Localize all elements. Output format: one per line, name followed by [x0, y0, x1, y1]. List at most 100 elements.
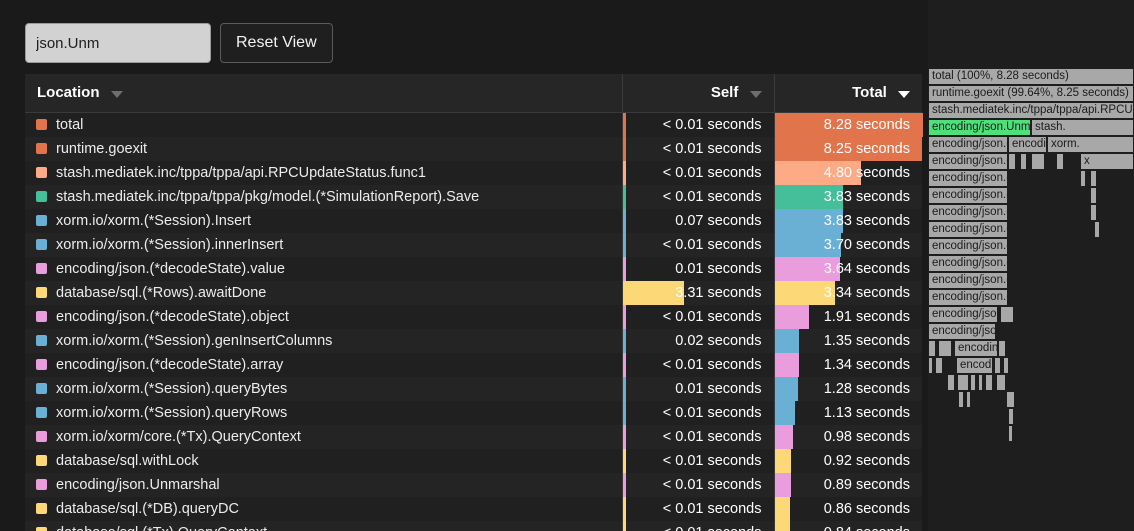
flamegraph-frame[interactable]: encoding/json.(*deco [928, 136, 1008, 153]
table-row[interactable]: total < 0.01 seconds 8.28 seconds [25, 112, 923, 137]
flamegraph-frame[interactable] [928, 357, 933, 374]
flamegraph-frame[interactable]: encoding/json.(*deco [928, 204, 1008, 221]
color-swatch-icon [36, 310, 47, 322]
flamegraph-frame[interactable] [957, 374, 969, 391]
table-header-row: Location Self Total [25, 74, 922, 113]
cell-location: database/sql.(*DB).queryDC [25, 497, 622, 521]
flamegraph-frame[interactable] [928, 340, 936, 357]
flamegraph-frame[interactable] [947, 374, 955, 391]
cell-self: < 0.01 seconds [621, 400, 774, 425]
flamegraph-frame[interactable]: encoding/json.(*deco [928, 187, 1008, 204]
table-row[interactable]: xorm.io/xorm.(*Session).innerInsert < 0.0… [25, 232, 922, 257]
cell-self: 0.02 seconds [621, 328, 774, 353]
self-value: < 0.01 seconds [662, 164, 762, 181]
color-swatch-icon [36, 382, 47, 394]
flamegraph-frame[interactable] [1090, 204, 1097, 221]
table-row[interactable]: encoding/json.(*decodeState).array < 0.01… [25, 352, 922, 377]
flamegraph-frame[interactable]: encoding/ [956, 357, 993, 374]
flamegraph-frame[interactable]: encoding/json.(*deco [928, 272, 1008, 289]
self-value: < 0.01 seconds [662, 476, 762, 493]
table-row[interactable]: database/sql.(*Tx).QueryContext < 0.01 se… [25, 520, 922, 531]
flamegraph-frame[interactable]: encoding/json.(*deco [928, 289, 1008, 306]
cell-location: stash.mediatek.inc/tppa/tppa/pkg/model.(… [25, 185, 622, 209]
table-row[interactable]: database/sql.(*Rows).awaitDone 3.31 secon… [25, 280, 922, 305]
flamegraph-frame[interactable] [978, 374, 983, 391]
table-row[interactable]: database/sql.withLock < 0.01 seconds 0.92 … [25, 448, 922, 473]
total-value: 4.80 seconds [823, 164, 910, 181]
table-row[interactable]: xorm.io/xorm.(*Session).genInsertColumns… [25, 328, 922, 353]
flamegraph-frame[interactable]: encoding/json.(*d [928, 323, 996, 340]
flamegraph-frame[interactable] [1090, 187, 1097, 204]
flamegraph-frame[interactable]: total (100%, 8.28 seconds) [928, 68, 1134, 85]
flamegraph-frame[interactable]: stash. [1031, 119, 1134, 136]
flamegraph-frame[interactable]: xorm. [1047, 136, 1134, 153]
flamegraph-frame[interactable] [1006, 391, 1015, 408]
table-row[interactable]: runtime.goexit < 0.01 seconds 8.25 seconds [25, 136, 922, 161]
location-label: xorm.io/xorm.(*Session).innerInsert [56, 236, 284, 253]
flamegraph-frame[interactable] [970, 374, 976, 391]
self-value: < 0.01 seconds [662, 188, 762, 205]
cell-self: < 0.01 seconds [621, 496, 774, 521]
flamegraph-frame[interactable] [1090, 170, 1097, 187]
flamegraph-frame[interactable]: runtime.goexit (99.64%, 8.25 seconds) [928, 85, 1134, 102]
column-header-total[interactable]: Total [773, 74, 922, 113]
table-row[interactable]: xorm.io/xorm/core.(*Tx).QueryContext < 0.… [25, 424, 922, 449]
table-row[interactable]: encoding/json.(*decodeState).value 0.01 s… [25, 256, 922, 281]
flamegraph-frame[interactable]: encoding/json.(*deco [928, 255, 1008, 272]
flamegraph-frame[interactable] [935, 357, 943, 374]
table-row[interactable]: xorm.io/xorm.(*Session).queryBytes 0.01 s… [25, 376, 922, 401]
table-row[interactable]: database/sql.(*DB).queryDC < 0.01 seconds… [25, 496, 922, 521]
flamegraph-frame[interactable]: encoding/json.(*deco [928, 238, 1008, 255]
flamegraph-frame[interactable] [938, 340, 952, 357]
table-row[interactable]: xorm.io/xorm.(*Session).queryRows < 0.01 … [25, 400, 922, 425]
location-label: encoding/json.(*decodeState).object [56, 308, 289, 325]
flamegraph-frame[interactable] [1003, 357, 1009, 374]
flamegraph-frame[interactable] [985, 374, 993, 391]
color-swatch-icon [36, 358, 47, 370]
flamegraph-frame[interactable] [998, 340, 1006, 357]
table-row[interactable]: stash.mediatek.inc/tppa/tppa/pkg/model.(… [25, 184, 922, 209]
flamegraph-frame[interactable] [996, 374, 1006, 391]
column-header-self[interactable]: Self [621, 74, 774, 113]
flamegraph-frame[interactable]: encoding/js [954, 340, 998, 357]
flamegraph-frame[interactable] [1008, 153, 1016, 170]
flamegraph-frame[interactable]: stash.mediatek.inc/tppa/tppa/api.RPCUpda… [928, 102, 1134, 119]
table-row[interactable]: stash.mediatek.inc/tppa/tppa/api.RPCUpda… [25, 160, 922, 185]
flamegraph-frame[interactable] [1008, 408, 1014, 425]
flamegraph-frame[interactable] [994, 357, 1001, 374]
flamegraph-frame[interactable] [958, 391, 964, 408]
flamegraph-frame[interactable]: x [1080, 153, 1134, 170]
color-swatch-icon [36, 454, 47, 466]
flamegraph-frame[interactable] [1000, 306, 1014, 323]
self-value: 0.01 seconds [675, 380, 762, 397]
self-value: < 0.01 seconds [662, 356, 762, 373]
flamegraph-frame[interactable]: encoding/json.(*deco [928, 153, 1008, 170]
color-swatch-icon [36, 478, 47, 490]
flamegraph-frame[interactable] [1020, 153, 1027, 170]
reset-view-button[interactable]: Reset View [220, 23, 333, 63]
color-swatch-icon [36, 406, 47, 418]
column-header-self-label: Self [710, 84, 739, 102]
flamegraph-frame[interactable]: encoding/json.(*deco [928, 221, 1008, 238]
table-row[interactable]: encoding/json.Unmarshal < 0.01 seconds 0.8… [25, 472, 922, 497]
flamegraph-frame[interactable] [1056, 153, 1064, 170]
search-input[interactable] [25, 23, 211, 63]
self-value: 0.01 seconds [675, 260, 762, 277]
flamegraph-frame[interactable] [1080, 170, 1086, 187]
total-value: 0.89 seconds [823, 476, 910, 493]
flamegraph-frame[interactable]: encodi [1008, 136, 1047, 153]
flamegraph-frame[interactable] [1094, 221, 1100, 238]
column-header-location[interactable]: Location [25, 74, 622, 113]
total-value: 3.34 seconds [823, 284, 910, 301]
flamegraph-frame[interactable]: encoding/json.Unmarshal (10 [928, 119, 1031, 136]
flamegraph-frame[interactable]: encoding/json.(*deco [928, 170, 1008, 187]
location-label: xorm.io/xorm.(*Session).Insert [56, 212, 251, 229]
flamegraph-frame[interactable] [966, 391, 971, 408]
table-row[interactable]: xorm.io/xorm.(*Session).Insert 0.07 secon… [25, 208, 922, 233]
flamegraph-frame[interactable]: encoding/json.(*de [928, 306, 998, 323]
color-swatch-icon [36, 118, 47, 130]
table-row[interactable]: encoding/json.(*decodeState).object < 0.0… [25, 304, 922, 329]
flamegraph-frame[interactable] [1031, 153, 1045, 170]
location-label: stash.mediatek.inc/tppa/tppa/pkg/model.(… [56, 188, 480, 205]
flamegraph-frame[interactable] [1008, 425, 1013, 442]
